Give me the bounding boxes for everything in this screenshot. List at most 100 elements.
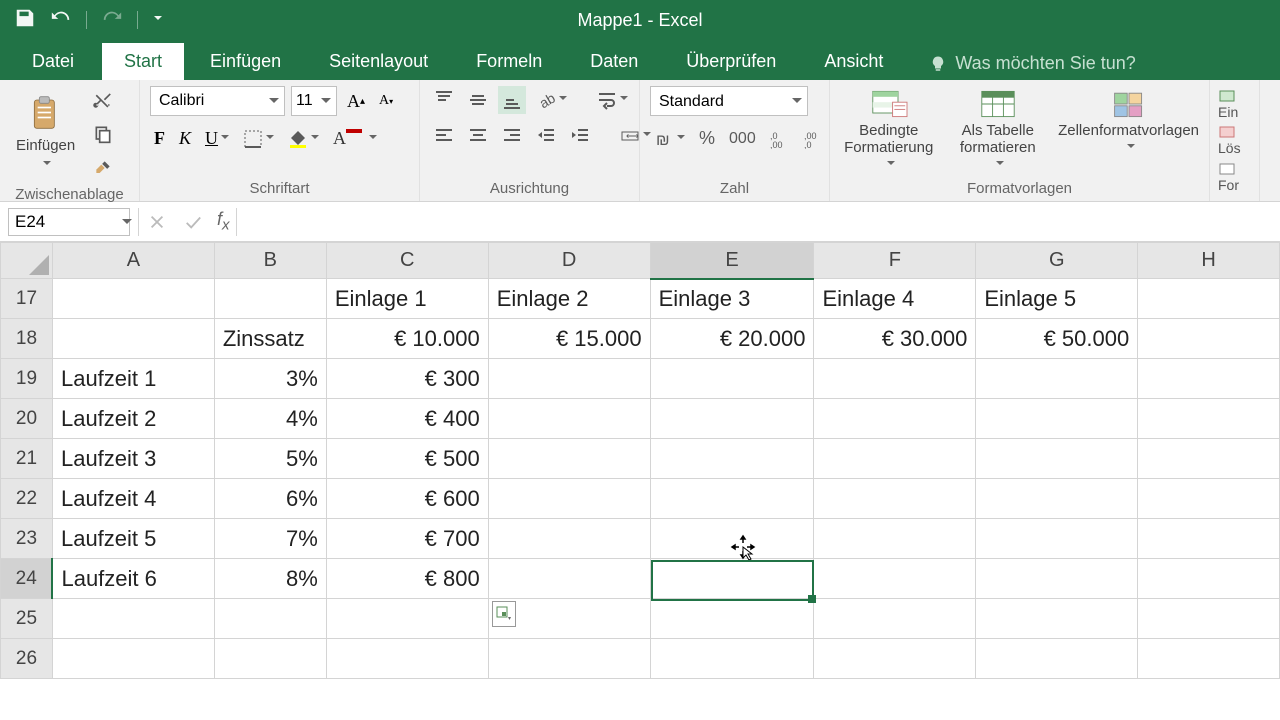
copy-button[interactable]: [89, 120, 117, 148]
cell-F23[interactable]: [814, 519, 976, 559]
cell-B20[interactable]: 4%: [214, 399, 326, 439]
tab-view[interactable]: Ansicht: [802, 43, 905, 80]
cell-A17[interactable]: [52, 279, 214, 319]
row-header-21[interactable]: 21: [1, 439, 53, 479]
save-icon[interactable]: [14, 7, 36, 34]
cell-G21[interactable]: [976, 439, 1138, 479]
name-box[interactable]: [8, 208, 130, 236]
col-header-H[interactable]: H: [1138, 243, 1280, 279]
cell-F21[interactable]: [814, 439, 976, 479]
cell-D22[interactable]: [488, 479, 650, 519]
cell-C21[interactable]: € 500: [326, 439, 488, 479]
cell-E19[interactable]: [650, 359, 814, 399]
cell-C23[interactable]: € 700: [326, 519, 488, 559]
cell-F24[interactable]: [814, 559, 976, 599]
cell-B17[interactable]: [214, 279, 326, 319]
qat-customize-icon[interactable]: [152, 7, 164, 34]
cell-G24[interactable]: [976, 559, 1138, 599]
fx-icon[interactable]: fx: [211, 209, 236, 234]
cell-B22[interactable]: 6%: [214, 479, 326, 519]
align-left-button[interactable]: [430, 122, 458, 150]
increase-decimal-button[interactable]: ,0,00: [766, 125, 794, 153]
cell-D19[interactable]: [488, 359, 650, 399]
row-header-22[interactable]: 22: [1, 479, 53, 519]
cell-C22[interactable]: € 600: [326, 479, 488, 519]
align-right-button[interactable]: [498, 122, 526, 150]
italic-button[interactable]: K: [175, 124, 195, 153]
format-as-table-button[interactable]: Als Tabelle formatieren: [955, 86, 1040, 173]
insert-cells-button[interactable]: Ein: [1218, 88, 1259, 120]
cell-D21[interactable]: [488, 439, 650, 479]
cell-B26[interactable]: [214, 639, 326, 679]
cell-G18[interactable]: € 50.000: [976, 319, 1138, 359]
cell-H21[interactable]: [1138, 439, 1280, 479]
font-color-button[interactable]: A: [329, 124, 381, 153]
borders-button[interactable]: [239, 125, 278, 153]
cell-H22[interactable]: [1138, 479, 1280, 519]
align-bottom-button[interactable]: [498, 86, 526, 114]
cell-E22[interactable]: [650, 479, 814, 519]
cell-C26[interactable]: [326, 639, 488, 679]
cell-G17[interactable]: Einlage 5: [976, 279, 1138, 319]
cell-H19[interactable]: [1138, 359, 1280, 399]
cell-E21[interactable]: [650, 439, 814, 479]
align-middle-button[interactable]: [464, 86, 492, 114]
autofill-options-button[interactable]: [492, 601, 516, 627]
cell-B25[interactable]: [214, 599, 326, 639]
decrease-indent-button[interactable]: [532, 122, 560, 150]
bold-button[interactable]: F: [150, 124, 169, 153]
shrink-font-button[interactable]: A▾: [375, 89, 397, 113]
delete-cells-button[interactable]: Lös: [1218, 124, 1259, 156]
formula-input[interactable]: [237, 208, 1280, 236]
cell-A26[interactable]: [52, 639, 214, 679]
cell-B23[interactable]: 7%: [214, 519, 326, 559]
cell-C17[interactable]: Einlage 1: [326, 279, 488, 319]
format-cells-button[interactable]: For: [1218, 161, 1259, 193]
decrease-decimal-button[interactable]: ,00,0: [800, 125, 828, 153]
tab-file[interactable]: Datei: [10, 43, 96, 80]
format-painter-button[interactable]: [89, 154, 117, 182]
col-header-D[interactable]: D: [488, 243, 650, 279]
cell-E25[interactable]: [650, 599, 814, 639]
tab-review[interactable]: Überprüfen: [664, 43, 798, 80]
cell-B18[interactable]: Zinssatz: [214, 319, 326, 359]
align-center-button[interactable]: [464, 122, 492, 150]
wrap-text-button[interactable]: [593, 86, 632, 114]
cell-G20[interactable]: [976, 399, 1138, 439]
cell-F17[interactable]: Einlage 4: [814, 279, 976, 319]
row-header-25[interactable]: 25: [1, 599, 53, 639]
col-header-E[interactable]: E: [650, 243, 814, 279]
increase-indent-button[interactable]: [566, 122, 594, 150]
cell-D26[interactable]: [488, 639, 650, 679]
align-top-button[interactable]: [430, 86, 458, 114]
cell-C18[interactable]: € 10.000: [326, 319, 488, 359]
cell-A19[interactable]: Laufzeit 1: [52, 359, 214, 399]
font-size-input[interactable]: [291, 86, 337, 116]
row-header-23[interactable]: 23: [1, 519, 53, 559]
tab-data[interactable]: Daten: [568, 43, 660, 80]
conditional-format-button[interactable]: Bedingte Formatierung: [840, 86, 937, 173]
cell-H17[interactable]: [1138, 279, 1280, 319]
fill-color-button[interactable]: [284, 125, 323, 153]
cell-H24[interactable]: [1138, 559, 1280, 599]
cell-A18[interactable]: [52, 319, 214, 359]
cell-G23[interactable]: [976, 519, 1138, 559]
orientation-button[interactable]: ab: [532, 86, 571, 114]
cell-F19[interactable]: [814, 359, 976, 399]
col-header-F[interactable]: F: [814, 243, 976, 279]
cell-A23[interactable]: Laufzeit 5: [52, 519, 214, 559]
row-header-24[interactable]: 24: [1, 559, 53, 599]
cell-D24[interactable]: [488, 559, 650, 599]
cell-H25[interactable]: [1138, 599, 1280, 639]
tell-me-search[interactable]: Was möchten Sie tun?: [929, 53, 1135, 74]
tab-pagelayout[interactable]: Seitenlayout: [307, 43, 450, 80]
cell-C24[interactable]: € 800: [326, 559, 488, 599]
cell-C19[interactable]: € 300: [326, 359, 488, 399]
cell-E20[interactable]: [650, 399, 814, 439]
cell-F20[interactable]: [814, 399, 976, 439]
cell-C25[interactable]: [326, 599, 488, 639]
cell-G26[interactable]: [976, 639, 1138, 679]
cell-styles-button[interactable]: Zellenformatvorlagen: [1058, 86, 1199, 156]
cell-C20[interactable]: € 400: [326, 399, 488, 439]
cell-F25[interactable]: [814, 599, 976, 639]
